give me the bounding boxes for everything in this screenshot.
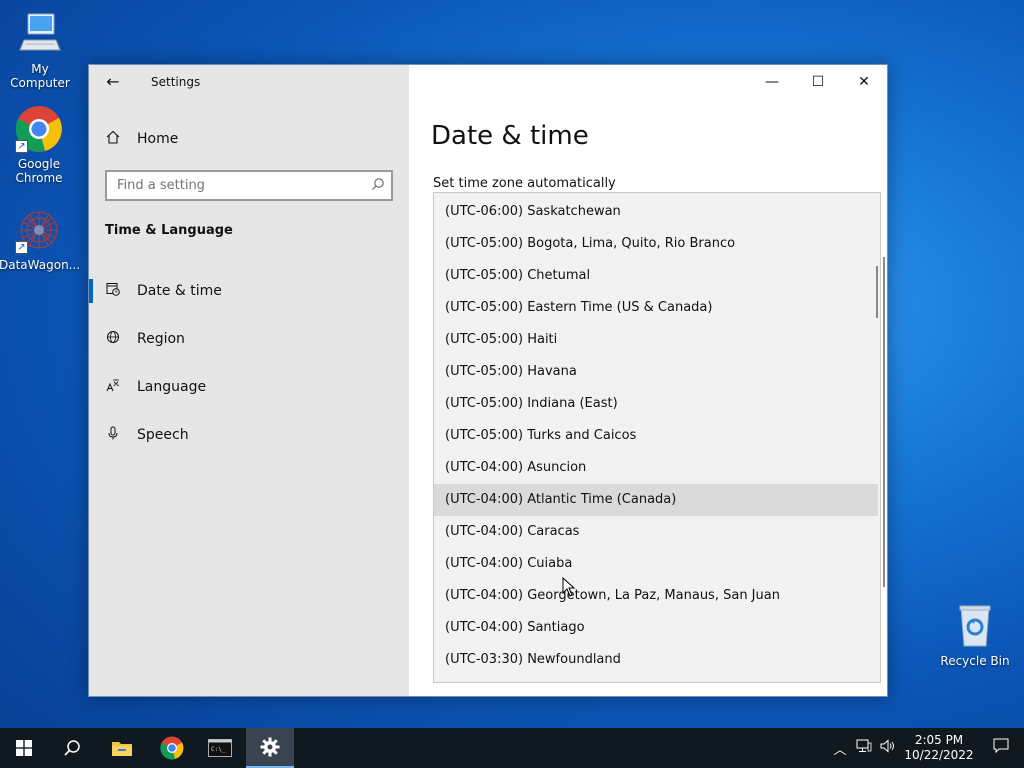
clock-date: 10/22/2022: [904, 748, 974, 762]
chrome-icon: [160, 736, 184, 760]
maximize-button[interactable]: ☐: [795, 65, 841, 99]
clock[interactable]: 2:05 PM 10/22/2022: [900, 733, 978, 763]
back-button[interactable]: ←: [101, 73, 125, 91]
sidebar-item-date-time[interactable]: Date & time: [89, 279, 395, 303]
timezone-option[interactable]: (UTC-05:00) Turks and Caicos: [434, 420, 878, 452]
search-icon[interactable]: [371, 177, 385, 195]
sidebar-item-label: Region: [137, 331, 185, 347]
desktop-icon-recycle-bin[interactable]: Recycle Bin: [935, 602, 1015, 668]
file-explorer-button[interactable]: [98, 728, 146, 768]
start-button[interactable]: [0, 728, 48, 768]
microphone-icon: [105, 426, 121, 444]
settings-nav-pane: ← Settings Home Time & Language Date & t…: [89, 65, 409, 696]
folder-icon: [112, 742, 132, 756]
settings-content-pane: — ☐ ✕ Date & time Set time zone automati…: [409, 65, 887, 696]
timezone-option[interactable]: (UTC-05:00) Chetumal: [434, 260, 878, 292]
globe-icon: [105, 330, 121, 348]
chevron-up-icon[interactable]: ︿: [828, 739, 852, 758]
desktop-icon-label: Recycle Bin: [940, 654, 1010, 668]
svg-text:C:\_: C:\_: [211, 746, 226, 753]
maximize-icon: ☐: [811, 74, 825, 90]
settings-window: ← Settings Home Time & Language Date & t…: [88, 64, 888, 697]
timezone-option[interactable]: (UTC-04:00) Santiago: [434, 612, 878, 644]
desktop-icon-google-chrome[interactable]: ↗ Google Chrome: [0, 105, 79, 185]
timezone-option[interactable]: (UTC-05:00) Eastern Time (US & Canada): [434, 292, 878, 324]
timezone-option[interactable]: (UTC-04:00) Cuiaba: [434, 548, 878, 580]
nav-group-label: Time & Language: [105, 223, 233, 238]
close-button[interactable]: ✕: [841, 65, 887, 99]
desktop-icon-my-computer[interactable]: My Computer: [0, 10, 80, 90]
search-icon: [64, 740, 80, 756]
language-icon: [105, 378, 121, 396]
shortcut-arrow-icon: ↗: [15, 241, 28, 254]
app-title: Settings: [151, 75, 201, 89]
timezone-option[interactable]: (UTC-04:00) Georgetown, La Paz, Manaus, …: [434, 580, 878, 612]
timezone-option[interactable]: (UTC-05:00) Havana: [434, 356, 878, 388]
minimize-button[interactable]: —: [749, 65, 795, 99]
search-taskbar-button[interactable]: [48, 728, 96, 768]
nav-home[interactable]: Home: [105, 127, 395, 151]
terminal-icon: C:\_: [208, 739, 232, 757]
dropdown-scrollbar[interactable]: [874, 193, 880, 682]
timezone-option[interactable]: (UTC-05:00) Haiti: [434, 324, 878, 356]
volume-icon[interactable]: [876, 739, 900, 757]
chrome-taskbar-button[interactable]: [148, 728, 196, 768]
timezone-option[interactable]: (UTC-04:00) Atlantic Time (Canada): [434, 484, 878, 516]
window-controls: — ☐ ✕: [749, 65, 887, 99]
notification-icon: [993, 738, 1009, 754]
shortcut-arrow-icon: ↗: [15, 140, 28, 153]
computer-icon: [16, 10, 64, 58]
timezone-option[interactable]: (UTC-05:00) Indiana (East): [434, 388, 878, 420]
minimize-icon: —: [765, 74, 779, 90]
close-icon: ✕: [858, 74, 870, 90]
sidebar-item-label: Speech: [137, 427, 189, 443]
timezone-option[interactable]: (UTC-04:00) Asuncion: [434, 452, 878, 484]
timezone-option[interactable]: (UTC-03:30) Newfoundland: [434, 644, 878, 676]
desktop-icon-label: My Computer: [10, 62, 70, 90]
sidebar-item-label: Language: [137, 379, 207, 395]
page-scroll-thumb[interactable]: [883, 257, 885, 587]
mouse-cursor-icon: [562, 577, 576, 597]
dropdown-scroll-thumb[interactable]: [876, 266, 878, 318]
timezone-dropdown-list[interactable]: (UTC-06:00) Saskatchewan (UTC-05:00) Bogo…: [433, 192, 881, 683]
back-arrow-icon: ←: [106, 72, 120, 91]
timezone-option[interactable]: (UTC-05:00) Bogota, Lima, Quito, Rio Bra…: [434, 228, 878, 260]
timezone-option[interactable]: (UTC-04:00) Caracas: [434, 516, 878, 548]
chrome-icon: ↗: [15, 105, 63, 153]
timezone-options: (UTC-06:00) Saskatchewan (UTC-05:00) Bogo…: [434, 196, 878, 676]
title-bar[interactable]: ← Settings: [89, 65, 409, 99]
clock-time: 2:05 PM: [914, 733, 964, 747]
tz-auto-label: Set time zone automatically: [433, 176, 616, 191]
windows-logo-icon: [16, 740, 32, 756]
sidebar-item-label: Date & time: [137, 283, 222, 299]
desktop-icon-label: DataWagon...: [0, 258, 81, 272]
network-icon[interactable]: [852, 739, 876, 757]
desktop-icon-label: Google Chrome: [15, 157, 63, 185]
sidebar-item-region[interactable]: Region: [105, 327, 395, 351]
taskbar: C:\_ ︿ 2:05 PM 10/22/2022: [0, 728, 1024, 768]
search-input[interactable]: [107, 172, 357, 199]
timezone-option[interactable]: (UTC-06:00) Saskatchewan: [434, 196, 878, 228]
home-icon: [105, 130, 121, 148]
nav-home-label: Home: [137, 131, 179, 147]
sidebar-item-speech[interactable]: Speech: [105, 423, 395, 447]
settings-taskbar-button[interactable]: [246, 728, 294, 768]
page-title: Date & time: [431, 121, 589, 151]
calendar-clock-icon: [105, 282, 121, 300]
gear-icon: [260, 737, 280, 757]
sidebar-item-language[interactable]: Language: [105, 375, 395, 399]
terminal-taskbar-button[interactable]: C:\_: [196, 728, 244, 768]
system-tray: ︿ 2:05 PM 10/22/2022: [828, 728, 1024, 768]
notification-center-button[interactable]: [978, 738, 1024, 758]
recycle-bin-icon: [951, 602, 999, 650]
search-box[interactable]: [105, 170, 393, 201]
datawagon-icon: ↗: [15, 206, 63, 254]
desktop-icon-datawagon[interactable]: ↗ DataWagon...: [0, 206, 81, 272]
